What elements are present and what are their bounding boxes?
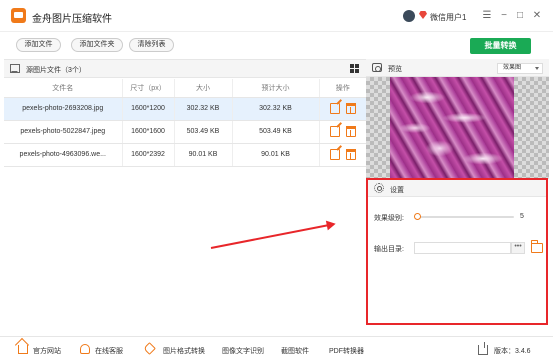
- app-title: 金舟图片压缩软件: [32, 14, 112, 25]
- close-icon[interactable]: ✕: [531, 10, 543, 21]
- file-size: 90.01 KB: [174, 143, 233, 167]
- quality-label: 效果级别:: [374, 215, 404, 222]
- file-name: pexels-photo-4963096.we...: [4, 143, 123, 167]
- output-path-input[interactable]: [414, 242, 511, 254]
- delete-icon[interactable]: [345, 103, 356, 114]
- browse-button[interactable]: •••: [511, 242, 525, 254]
- file-est-size: 503.49 KB: [232, 120, 320, 144]
- clear-list-button[interactable]: 清除列表: [129, 38, 174, 52]
- app-logo-icon: [11, 8, 26, 23]
- image-icon: [10, 64, 20, 73]
- title-bar: 金舟图片压缩软件 微信用户1 ☰ − □ ✕: [0, 0, 553, 32]
- col-ops: 操作: [319, 79, 366, 98]
- official-website-link[interactable]: 官方网站: [33, 346, 61, 356]
- file-dims: 1600*1600: [122, 120, 175, 144]
- pdf-convert-link[interactable]: PDF转换器: [329, 346, 364, 356]
- maximize-icon[interactable]: □: [514, 10, 526, 21]
- file-table: 文件名 尺寸（px） 大小 预计大小 操作 pexels-photo-26932…: [4, 79, 366, 167]
- table-row[interactable]: pexels-photo-2693208.jpg 1600*1200 302.3…: [4, 97, 366, 121]
- preview-image: [390, 77, 514, 179]
- home-icon[interactable]: [18, 345, 28, 354]
- headset-icon[interactable]: [80, 344, 90, 354]
- open-icon[interactable]: [329, 103, 340, 114]
- row-ops: [319, 120, 366, 144]
- grid-view-icon[interactable]: [350, 64, 359, 73]
- ocr-link[interactable]: 图像文字识别: [222, 346, 264, 356]
- file-panel-header: 源图片文件（3个）: [4, 60, 366, 78]
- file-size: 302.32 KB: [174, 97, 233, 121]
- col-dimensions: 尺寸（px）: [122, 79, 175, 98]
- file-dims: 1600*1200: [122, 97, 175, 121]
- preview-mode-value: 效果图: [503, 65, 522, 71]
- add-file-button[interactable]: 添加文件: [16, 38, 61, 52]
- screenshot-link[interactable]: 截图软件: [281, 346, 309, 356]
- settings-header: 设置: [368, 180, 546, 197]
- preview-header: 预览 效果图: [366, 59, 549, 77]
- row-ops: [319, 143, 366, 167]
- chevron-down-icon: [535, 67, 539, 70]
- file-panel-title: 源图片文件（3个）: [26, 67, 86, 74]
- settings-panel: 设置 效果级别: 5 输出目录: •••: [366, 178, 548, 325]
- preview-icon: [372, 63, 382, 72]
- table-row[interactable]: pexels-photo-5022847.jpeg 1600*1600 503.…: [4, 120, 366, 144]
- table-row[interactable]: pexels-photo-4963096.we... 1600*2392 90.…: [4, 143, 366, 167]
- open-icon[interactable]: [329, 149, 340, 160]
- delete-icon[interactable]: [345, 126, 356, 137]
- file-size: 503.49 KB: [174, 120, 233, 144]
- col-filename: 文件名: [4, 79, 123, 98]
- minimize-icon[interactable]: −: [498, 10, 510, 21]
- version-label: 版本：3.4.6: [494, 348, 531, 355]
- delete-icon[interactable]: [345, 149, 356, 160]
- user-name[interactable]: 微信用户1: [430, 12, 466, 23]
- col-est-size: 预计大小: [232, 79, 320, 98]
- tag-icon[interactable]: [143, 342, 156, 355]
- gear-icon: [374, 183, 384, 193]
- file-name: pexels-photo-2693208.jpg: [4, 97, 123, 121]
- file-est-size: 302.32 KB: [232, 97, 320, 121]
- col-size: 大小: [174, 79, 233, 98]
- output-label: 输出目录:: [374, 246, 404, 253]
- user-avatar[interactable]: [403, 10, 415, 22]
- preview-mode-select[interactable]: 效果图: [497, 63, 543, 74]
- add-folder-button[interactable]: 添加文件夹: [71, 38, 123, 52]
- file-list-panel: 源图片文件（3个） 文件名 尺寸（px） 大小 预计大小 操作 pexels-p…: [4, 59, 366, 326]
- preview-area: [366, 77, 549, 179]
- file-est-size: 90.01 KB: [232, 143, 320, 167]
- footer-bar: 官方网站 在线客服 图片格式转换 图像文字识别 截图软件 PDF转换器 版本：3…: [0, 336, 553, 364]
- open-icon[interactable]: [329, 126, 340, 137]
- preview-title: 预览: [388, 66, 402, 73]
- online-service-link[interactable]: 在线客服: [95, 346, 123, 356]
- file-name: pexels-photo-5022847.jpeg: [4, 120, 123, 144]
- download-icon[interactable]: [478, 342, 488, 355]
- vip-icon: [419, 11, 427, 19]
- quality-slider-handle[interactable]: [414, 213, 421, 220]
- format-convert-link[interactable]: 图片格式转换: [163, 346, 205, 356]
- row-ops: [319, 97, 366, 121]
- batch-convert-button[interactable]: 批量转换: [470, 38, 531, 54]
- file-dims: 1600*2392: [122, 143, 175, 167]
- folder-icon[interactable]: [530, 240, 543, 253]
- menu-icon[interactable]: ☰: [481, 10, 493, 21]
- quality-value: 5: [520, 213, 524, 220]
- quality-slider-track[interactable]: [416, 216, 514, 218]
- settings-title: 设置: [390, 187, 404, 194]
